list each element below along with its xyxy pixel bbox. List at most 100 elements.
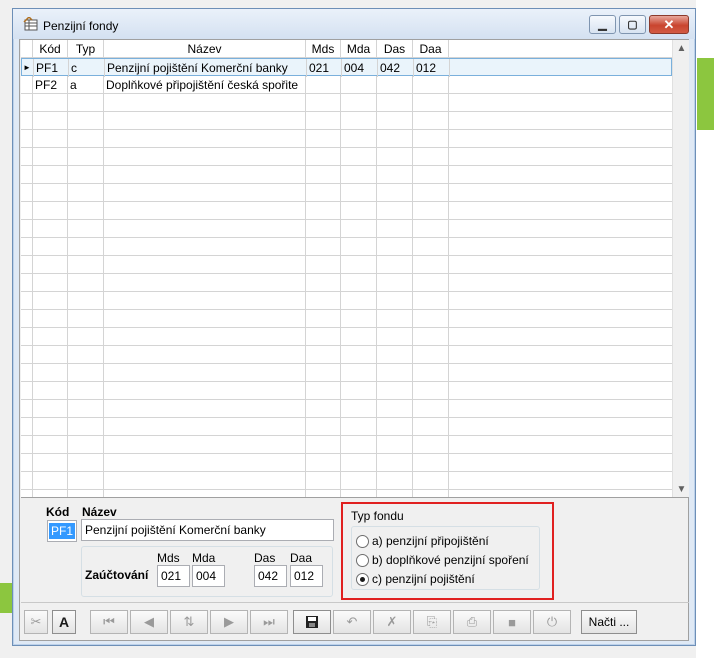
empty-cell[interactable] — [68, 310, 104, 328]
empty-cell[interactable] — [413, 400, 449, 418]
empty-cell[interactable] — [104, 454, 306, 472]
empty-cell[interactable] — [33, 238, 68, 256]
empty-cell[interactable] — [377, 364, 413, 382]
empty-cell[interactable] — [377, 400, 413, 418]
empty-cell[interactable] — [104, 166, 306, 184]
empty-cell[interactable] — [306, 238, 341, 256]
empty-table-row[interactable] — [21, 472, 672, 490]
empty-cell[interactable] — [68, 418, 104, 436]
empty-cell[interactable] — [306, 400, 341, 418]
empty-cell[interactable] — [341, 184, 377, 202]
empty-cell[interactable] — [33, 130, 68, 148]
funds-grid[interactable]: Kód Typ Název Mds Mda Das Daa ► PF1 c Pe… — [21, 40, 689, 498]
empty-cell[interactable] — [68, 454, 104, 472]
empty-cell[interactable] — [33, 310, 68, 328]
empty-cell[interactable] — [21, 112, 33, 130]
empty-cell[interactable] — [33, 400, 68, 418]
empty-cell[interactable] — [413, 490, 449, 497]
empty-cell[interactable] — [377, 148, 413, 166]
empty-cell[interactable] — [33, 472, 68, 490]
empty-cell[interactable] — [306, 310, 341, 328]
empty-cell[interactable] — [306, 94, 341, 112]
empty-cell[interactable] — [377, 454, 413, 472]
empty-cell[interactable] — [104, 364, 306, 382]
mds-field[interactable]: 021 — [157, 565, 190, 587]
empty-cell[interactable] — [341, 202, 377, 220]
empty-cell[interactable] — [21, 202, 33, 220]
empty-cell[interactable] — [306, 166, 341, 184]
empty-cell[interactable] — [413, 94, 449, 112]
empty-table-row[interactable] — [21, 184, 672, 202]
empty-cell[interactable] — [341, 112, 377, 130]
empty-table-row[interactable] — [21, 274, 672, 292]
radio-option-c[interactable]: c) penzijní pojištění — [356, 570, 475, 588]
empty-cell[interactable] — [413, 148, 449, 166]
empty-cell[interactable] — [68, 382, 104, 400]
radio-button-selected-icon[interactable] — [356, 572, 369, 586]
previous-record-button[interactable]: ◀ — [130, 610, 168, 634]
empty-cell[interactable] — [341, 220, 377, 238]
cell-das[interactable] — [377, 76, 413, 94]
empty-cell[interactable] — [341, 472, 377, 490]
empty-cell[interactable] — [413, 418, 449, 436]
empty-cell[interactable] — [306, 256, 341, 274]
empty-cell[interactable] — [104, 436, 306, 454]
empty-cell[interactable] — [306, 346, 341, 364]
empty-cell[interactable] — [33, 328, 68, 346]
empty-table-row[interactable] — [21, 454, 672, 472]
empty-cell[interactable] — [33, 112, 68, 130]
undo-button[interactable]: ↶ — [333, 610, 371, 634]
empty-cell[interactable] — [21, 220, 33, 238]
empty-table-row[interactable] — [21, 436, 672, 454]
last-record-button[interactable]: ⏭ — [250, 610, 288, 634]
empty-cell[interactable] — [413, 436, 449, 454]
empty-cell[interactable] — [306, 472, 341, 490]
empty-cell[interactable] — [377, 346, 413, 364]
empty-cell[interactable] — [413, 184, 449, 202]
next-record-button[interactable]: ▶ — [210, 610, 248, 634]
empty-cell[interactable] — [68, 130, 104, 148]
radio-button-icon[interactable] — [356, 534, 369, 548]
empty-cell[interactable] — [21, 400, 33, 418]
cell-mda[interactable] — [341, 76, 377, 94]
empty-cell[interactable] — [104, 472, 306, 490]
empty-cell[interactable] — [104, 310, 306, 328]
empty-cell[interactable] — [104, 112, 306, 130]
empty-cell[interactable] — [377, 292, 413, 310]
empty-cell[interactable] — [68, 256, 104, 274]
empty-cell[interactable] — [377, 472, 413, 490]
radio-option-a[interactable]: a) penzijní připojištění — [356, 532, 489, 550]
empty-cell[interactable] — [341, 364, 377, 382]
empty-cell[interactable] — [377, 310, 413, 328]
empty-cell[interactable] — [377, 328, 413, 346]
empty-cell[interactable] — [33, 94, 68, 112]
empty-cell[interactable] — [413, 238, 449, 256]
minimize-button[interactable]: ▁ — [589, 15, 616, 34]
empty-cell[interactable] — [341, 454, 377, 472]
empty-table-row[interactable] — [21, 310, 672, 328]
empty-cell[interactable] — [104, 130, 306, 148]
empty-cell[interactable] — [33, 166, 68, 184]
empty-cell[interactable] — [21, 436, 33, 454]
cell-nazev[interactable]: Doplňkové připojištění česká spořite — [104, 76, 306, 94]
empty-cell[interactable] — [33, 418, 68, 436]
empty-cell[interactable] — [21, 94, 33, 112]
empty-table-row[interactable] — [21, 418, 672, 436]
column-header-mds[interactable]: Mds — [306, 40, 341, 58]
empty-cell[interactable] — [341, 256, 377, 274]
empty-table-row[interactable] — [21, 382, 672, 400]
print-button[interactable]: ⎙ — [453, 610, 491, 634]
empty-cell[interactable] — [413, 166, 449, 184]
font-button[interactable]: A — [52, 610, 76, 634]
empty-cell[interactable] — [104, 256, 306, 274]
empty-cell[interactable] — [104, 382, 306, 400]
empty-cell[interactable] — [68, 202, 104, 220]
cell-daa[interactable]: 012 — [414, 59, 450, 77]
empty-cell[interactable] — [104, 346, 306, 364]
empty-cell[interactable] — [21, 148, 33, 166]
empty-cell[interactable] — [104, 202, 306, 220]
empty-table-row[interactable] — [21, 400, 672, 418]
empty-cell[interactable] — [306, 274, 341, 292]
empty-cell[interactable] — [377, 436, 413, 454]
empty-cell[interactable] — [68, 184, 104, 202]
